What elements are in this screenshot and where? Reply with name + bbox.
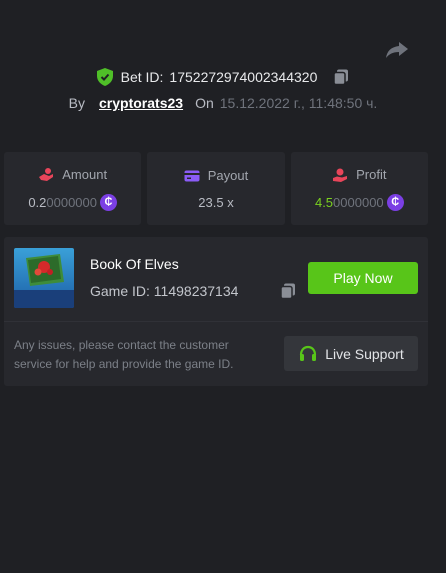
coin-icon: ₵ [386, 193, 404, 211]
game-card: Book Of Elves Game ID: 11498237134 Play … [4, 237, 428, 386]
game-thumbnail[interactable] [14, 248, 74, 308]
card-icon [184, 170, 200, 181]
by-label: By [68, 95, 86, 111]
bet-id-value: 1752272974002344320 [169, 69, 318, 85]
copy-icon[interactable] [280, 283, 296, 299]
amount-stat: Amount 0.2 0000000 ₵ [4, 152, 142, 225]
on-label: On [195, 95, 214, 111]
bet-id-row: Bet ID: 1752272974002344320 [0, 68, 446, 86]
bet-stats: Amount 0.2 0000000 ₵ Payout 23.5 x Profit [4, 152, 428, 225]
amount-value-zeros: 0000000 [46, 194, 98, 210]
live-support-button[interactable]: Live Support [284, 336, 418, 371]
profit-value-zeros: 0000000 [333, 194, 384, 210]
hand-coin-icon [333, 168, 348, 182]
author-row: By cryptorats23 On 15.12.2022 г., 11:48:… [0, 95, 446, 111]
live-support-label: Live Support [325, 345, 404, 362]
payout-stat: Payout 23.5 x [147, 152, 285, 225]
copy-icon[interactable] [333, 69, 349, 85]
payout-label: Payout [207, 168, 249, 183]
coin-icon: ₵ [100, 193, 118, 211]
bet-id-label: Bet ID: [120, 69, 164, 85]
username-link[interactable]: cryptorats23 [99, 95, 183, 111]
divider [4, 321, 428, 322]
amount-label: Amount [62, 167, 108, 182]
game-id: Game ID: 11498237134 [90, 283, 238, 299]
game-id-label: Game ID: [90, 283, 150, 299]
profit-label: Profit [356, 167, 387, 182]
bet-date: 15.12.2022 г., 11:48:50 ч. [219, 95, 378, 111]
payout-value: 23.5 x [198, 194, 234, 210]
profit-stat: Profit 4.5 0000000 ₵ [290, 152, 428, 225]
support-message: Any issues, please contact the customer … [14, 338, 234, 371]
share-icon[interactable] [385, 40, 409, 60]
coins-hand-icon [39, 167, 54, 181]
profit-value-main: 4.5 [314, 194, 334, 210]
game-title: Book Of Elves [90, 256, 179, 272]
game-id-value: 11498237134 [153, 283, 239, 299]
amount-value-main: 0.2 [28, 194, 47, 210]
headset-icon [300, 345, 317, 361]
play-now-button[interactable]: Play Now [308, 262, 418, 294]
shield-check-icon [96, 68, 113, 86]
